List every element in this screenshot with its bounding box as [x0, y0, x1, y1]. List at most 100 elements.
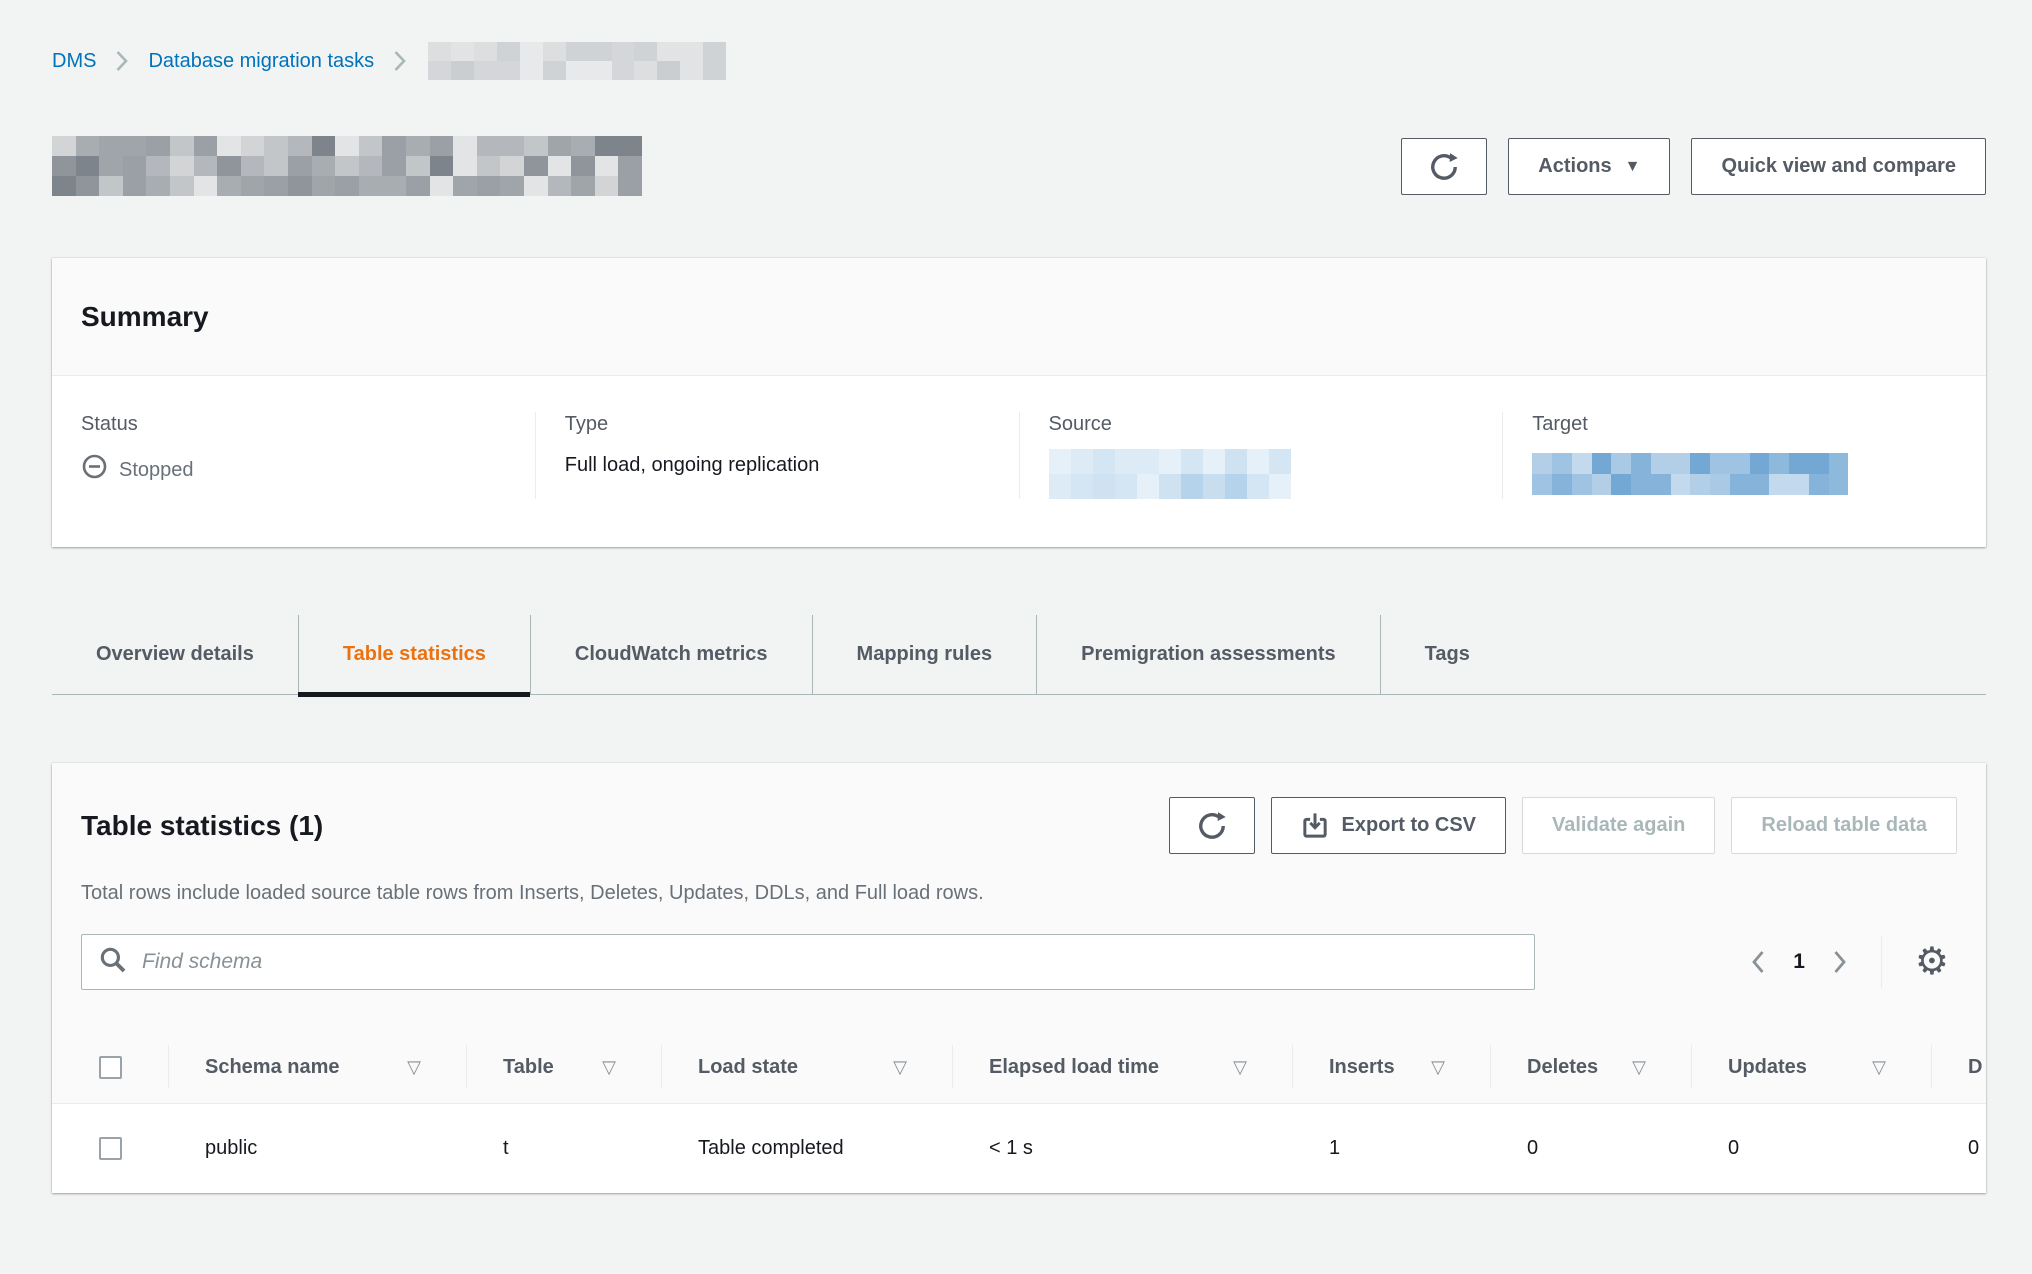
- source-label: Source: [1049, 412, 1474, 436]
- chevron-right-icon: [393, 49, 407, 73]
- search-box: [81, 934, 1535, 990]
- pagination: 1 ⚙: [1750, 936, 1949, 988]
- sort-icon: ▽: [602, 1057, 616, 1078]
- reload-table-data-label: Reload table data: [1761, 814, 1927, 837]
- column-label: Load state: [698, 1056, 798, 1079]
- column-header-schema-name[interactable]: Schema name ▽: [168, 1032, 466, 1103]
- breadcrumb-link-dms[interactable]: DMS: [52, 50, 96, 73]
- gear-icon: ⚙: [1915, 941, 1949, 983]
- quick-view-label: Quick view and compare: [1721, 155, 1956, 178]
- row-checkbox[interactable]: [99, 1137, 122, 1160]
- summary-body: Status Stopped Type Full load, ongoing r…: [52, 376, 1986, 547]
- refresh-icon: [1197, 811, 1227, 841]
- tab-premigration-assessments[interactable]: Premigration assessments: [1036, 615, 1380, 694]
- export-csv-label: Export to CSV: [1342, 814, 1476, 837]
- quick-view-compare-button[interactable]: Quick view and compare: [1691, 138, 1986, 195]
- search-row: 1 ⚙: [52, 912, 1986, 1032]
- cell-inserts: 1: [1292, 1103, 1490, 1193]
- tab-label: Tags: [1425, 643, 1470, 666]
- sort-icon: ▽: [1431, 1057, 1445, 1078]
- tab-mapping-rules[interactable]: Mapping rules: [812, 615, 1037, 694]
- search-icon: [99, 946, 127, 979]
- summary-card-header: Summary: [52, 258, 1986, 376]
- page: DMS Database migration tasks Actions: [0, 0, 2032, 1193]
- tab-overview-details[interactable]: Overview details: [52, 615, 298, 694]
- table-row: public t Table completed < 1 s 1 0 0 0: [52, 1103, 1986, 1193]
- validate-again-button[interactable]: Validate again: [1522, 797, 1715, 854]
- stats-description: Total rows include loaded source table r…: [81, 880, 1957, 906]
- table-header-row: Schema name ▽ Table ▽ Load state ▽ Elapsed …: [52, 1032, 1986, 1103]
- stats-buttons: Export to CSV Validate again Reload tabl…: [1169, 797, 1957, 854]
- stats-refresh-button[interactable]: [1169, 797, 1255, 854]
- reload-table-data-button[interactable]: Reload table data: [1731, 797, 1957, 854]
- breadcrumb-link-migration-tasks[interactable]: Database migration tasks: [148, 50, 374, 73]
- settings-gear-button[interactable]: ⚙: [1915, 943, 1949, 981]
- tab-tags[interactable]: Tags: [1380, 615, 1514, 694]
- table-statistics-card: Table statistics (1): [52, 763, 1986, 1193]
- column-header-inserts[interactable]: Inserts ▽: [1292, 1032, 1490, 1103]
- tab-cloudwatch-metrics[interactable]: CloudWatch metrics: [530, 615, 812, 694]
- sort-icon: ▽: [407, 1057, 421, 1078]
- cell-elapsed-load-time: < 1 s: [952, 1103, 1292, 1193]
- column-header-elapsed-load-time[interactable]: Elapsed load time▽: [952, 1032, 1292, 1103]
- status-text: Stopped: [119, 458, 194, 482]
- column-label: Table: [503, 1056, 554, 1079]
- caret-down-icon: ▼: [1625, 158, 1641, 176]
- cell-table: t: [466, 1103, 661, 1193]
- tab-table-statistics[interactable]: Table statistics: [298, 615, 530, 694]
- tab-label: Table statistics: [343, 643, 486, 666]
- breadcrumb: DMS Database migration tasks: [52, 42, 1986, 80]
- source-value-redacted[interactable]: [1049, 449, 1291, 499]
- tab-label: Mapping rules: [857, 643, 993, 666]
- breadcrumb-current-redacted: [428, 42, 726, 80]
- column-header-load-state[interactable]: Load state ▽: [661, 1032, 952, 1103]
- page-title-redacted: [52, 136, 642, 196]
- cell-schema-name: public: [168, 1103, 466, 1193]
- stopped-icon: [81, 453, 108, 486]
- target-label: Target: [1532, 412, 1957, 436]
- previous-page-button[interactable]: [1750, 948, 1766, 976]
- column-header-deletes[interactable]: Deletes▽: [1490, 1032, 1691, 1103]
- tab-label: Premigration assessments: [1081, 643, 1336, 666]
- page-header: Actions ▼ Quick view and compare: [52, 130, 1986, 196]
- target-field: Target: [1502, 412, 1986, 499]
- column-label: Elapsed load time: [989, 1056, 1159, 1079]
- pagination-divider: [1881, 936, 1882, 988]
- tab-label: CloudWatch metrics: [575, 643, 768, 666]
- type-label: Type: [565, 412, 990, 436]
- select-all-checkbox[interactable]: [99, 1056, 122, 1079]
- next-page-button[interactable]: [1832, 948, 1848, 976]
- chevron-right-icon: [115, 49, 129, 73]
- header-actions: Actions ▼ Quick view and compare: [1401, 138, 1986, 195]
- status-label: Status: [81, 412, 506, 436]
- column-label: Inserts: [1329, 1056, 1395, 1079]
- cell-deletes: 0: [1490, 1103, 1691, 1193]
- sort-icon: ▽: [893, 1057, 907, 1078]
- sort-icon: ▽: [1872, 1057, 1886, 1078]
- column-label: Schema name: [205, 1056, 340, 1079]
- column-header-cutoff[interactable]: D: [1931, 1032, 1986, 1103]
- target-value-redacted[interactable]: [1532, 453, 1848, 495]
- summary-card: Summary Status Stopped Type Full load,: [52, 258, 1986, 547]
- cell-load-state: Table completed: [661, 1103, 952, 1193]
- download-icon: [1301, 812, 1329, 840]
- actions-button-label: Actions: [1538, 155, 1611, 178]
- validate-again-label: Validate again: [1552, 814, 1685, 837]
- stats-title: Table statistics (1): [81, 809, 323, 842]
- column-label: Updates: [1728, 1056, 1807, 1079]
- row-select-cell: [52, 1103, 168, 1193]
- search-input[interactable]: [140, 949, 1517, 975]
- stats-header: Table statistics (1): [52, 763, 1986, 912]
- column-header-updates[interactable]: Updates ▽: [1691, 1032, 1931, 1103]
- actions-button[interactable]: Actions ▼: [1508, 138, 1670, 195]
- refresh-button[interactable]: [1401, 138, 1487, 195]
- column-label: Deletes: [1527, 1056, 1598, 1079]
- status-value: Stopped: [81, 453, 506, 486]
- cell-updates: 0: [1691, 1103, 1931, 1193]
- source-field: Source: [1019, 412, 1503, 499]
- export-csv-button[interactable]: Export to CSV: [1271, 797, 1506, 854]
- column-header-table[interactable]: Table ▽: [466, 1032, 661, 1103]
- refresh-icon: [1429, 152, 1459, 182]
- tab-bar: Overview details Table statistics CloudW…: [52, 615, 1986, 695]
- cell-cutoff: 0: [1931, 1103, 1986, 1193]
